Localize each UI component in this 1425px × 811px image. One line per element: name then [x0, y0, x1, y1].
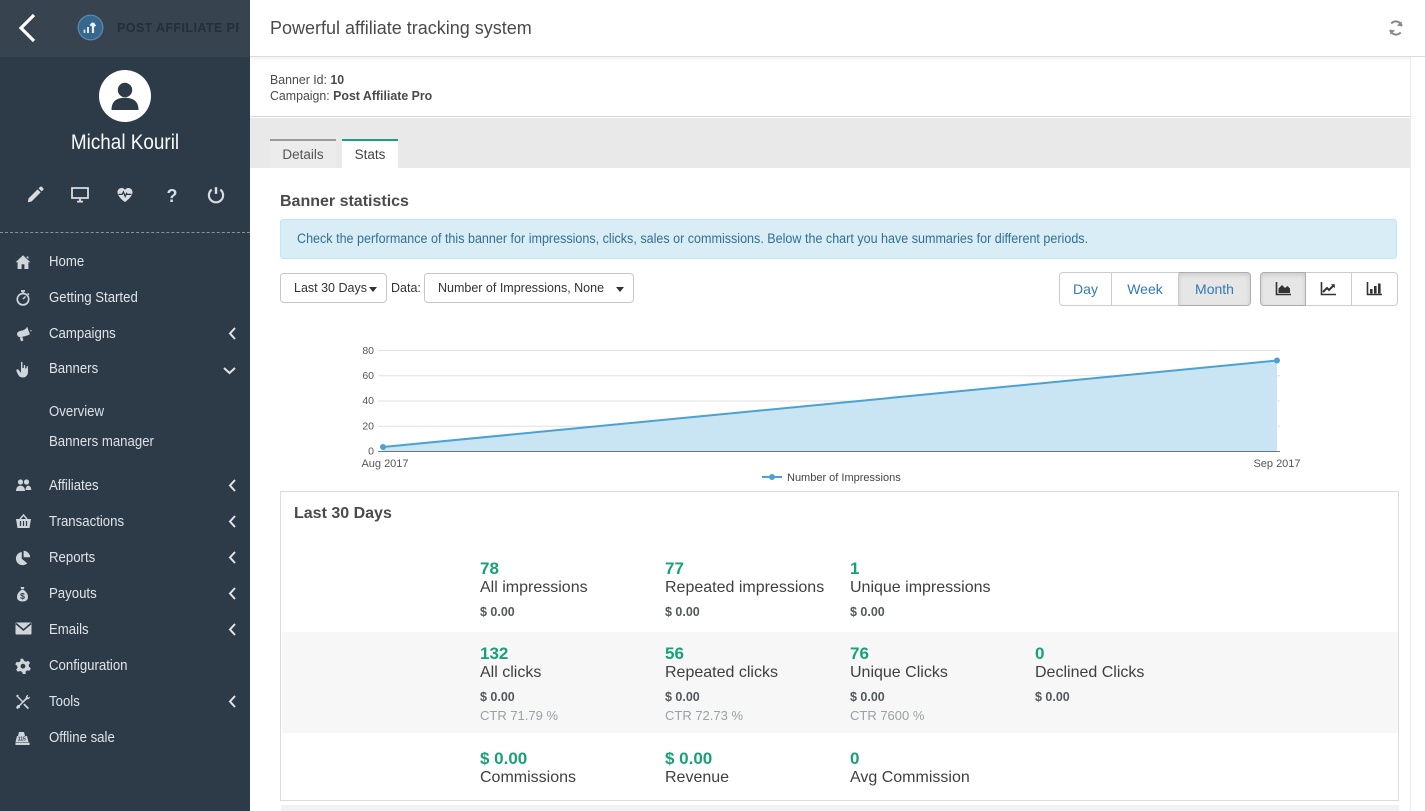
svg-text:60: 60: [362, 370, 374, 382]
svg-text:40: 40: [362, 395, 374, 407]
svg-text:?: ?: [167, 186, 178, 204]
svg-text:20: 20: [362, 421, 374, 433]
svg-text:Sep 2017: Sep 2017: [1253, 458, 1300, 470]
svg-text:0: 0: [368, 446, 374, 458]
svg-text:Number of Impressions: Number of Impressions: [787, 472, 901, 484]
svg-text:Aug 2017: Aug 2017: [361, 458, 408, 470]
svg-text:80: 80: [362, 345, 374, 357]
svg-text:115: 115: [18, 737, 26, 743]
svg-text:$: $: [20, 591, 25, 601]
